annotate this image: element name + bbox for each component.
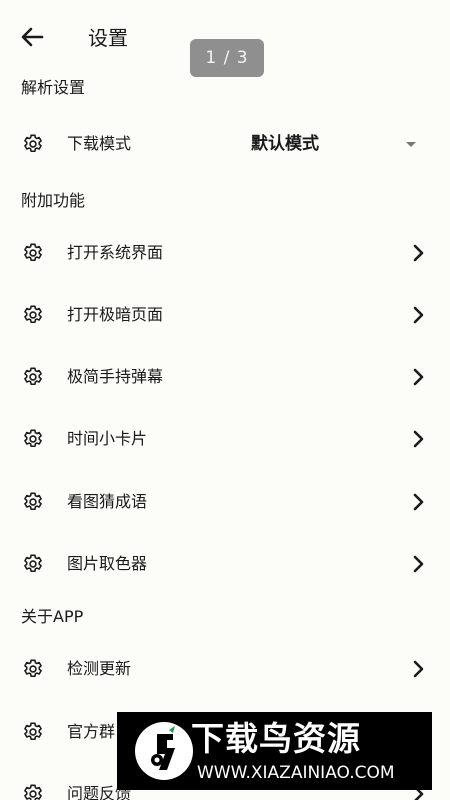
section-header-about: 关于APP <box>21 607 84 626</box>
caret-down-icon[interactable] <box>404 137 418 151</box>
list-item-open-dark-page[interactable]: 打开极暗页面 <box>0 289 450 341</box>
list-item-label: 打开极暗页面 <box>67 305 164 324</box>
list-item-idiom-guess[interactable]: 看图猜成语 <box>0 476 450 528</box>
list-item-handheld-danmaku[interactable]: 极简手持弹幕 <box>0 351 450 403</box>
list-item-label: 打开系统界面 <box>67 243 164 262</box>
list-item-label: 极简手持弹幕 <box>67 367 164 386</box>
list-item-label: 检测更新 <box>67 659 132 678</box>
gear-icon <box>24 429 42 448</box>
list-item-label: 看图猜成语 <box>67 492 148 511</box>
section-header-parse: 解析设置 <box>21 78 86 97</box>
watermark-banner: 下载鸟资源 WWW.XIAZAINIAO.COM <box>117 712 432 790</box>
list-item-check-update[interactable]: 检测更新 <box>0 643 450 695</box>
chevron-right-icon <box>413 430 424 448</box>
section-header-extra: 附加功能 <box>21 191 86 210</box>
download-mode-select[interactable]: 默认模式 <box>251 131 319 157</box>
page-indicator: 1 / 3 <box>190 39 264 77</box>
list-item-label: 官方群 <box>67 722 116 741</box>
list-item-label: 时间小卡片 <box>67 429 148 448</box>
chevron-right-icon <box>413 555 424 573</box>
gear-icon <box>24 134 42 153</box>
gear-icon <box>24 659 42 678</box>
gear-icon <box>24 367 42 386</box>
watermark-url: WWW.XIAZAINIAO.COM <box>197 763 395 783</box>
back-button[interactable] <box>14 22 50 52</box>
chevron-right-icon <box>413 368 424 386</box>
gear-icon <box>24 492 42 511</box>
list-item-open-system-ui[interactable]: 打开系统界面 <box>0 227 450 279</box>
chevron-right-icon <box>413 244 424 262</box>
gear-icon <box>24 784 42 800</box>
gear-icon <box>24 305 42 324</box>
settings-screen: 设置 1 / 3 解析设置 下载模式 默认模式 附加功能 打开系统界面 打开极暗… <box>0 0 450 800</box>
list-item-time-card[interactable]: 时间小卡片 <box>0 413 450 465</box>
page-title: 设置 <box>88 26 128 50</box>
chevron-right-icon <box>413 306 424 324</box>
download-mode-row[interactable]: 下载模式 默认模式 <box>0 118 450 170</box>
bird-logo-icon <box>135 722 193 780</box>
arrow-left-icon <box>21 27 44 47</box>
chevron-right-icon <box>413 493 424 511</box>
chevron-right-icon <box>413 660 424 678</box>
gear-icon <box>24 554 42 573</box>
download-mode-label: 下载模式 <box>67 134 132 153</box>
watermark-title: 下载鸟资源 <box>191 719 361 758</box>
list-item-color-picker[interactable]: 图片取色器 <box>0 538 450 590</box>
gear-icon <box>24 722 42 741</box>
list-item-label: 图片取色器 <box>67 554 148 573</box>
gear-icon <box>24 243 42 262</box>
